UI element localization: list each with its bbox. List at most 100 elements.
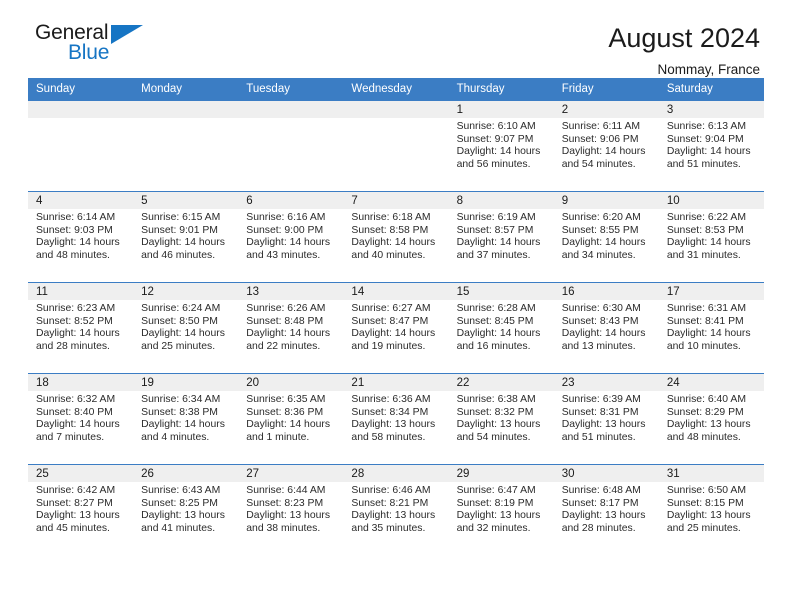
- calendar-day-cell[interactable]: 29 Sunrise: 6:47 AM Sunset: 8:19 PM Dayligh…: [448, 464, 554, 555]
- sunset-text: Sunset: 8:27 PM: [36, 497, 113, 509]
- calendar-day-cell[interactable]: 22 Sunrise: 6:38 AM Sunset: 8:32 PM Dayligh…: [448, 373, 554, 465]
- sunrise-text: Sunrise: 6:13 AM: [666, 121, 746, 132]
- day-number: [28, 101, 134, 118]
- day-cell-inner: 21 Sunrise: 6:36 AM Sunset: 8:34 PM Dayligh…: [343, 374, 449, 464]
- weekday-header-thursday: Thursday: [448, 78, 554, 101]
- day-cell-inner: 10 Sunrise: 6:22 AM Sunset: 8:53 PM Dayligh…: [658, 192, 764, 282]
- daylight-text: Daylight: 14 hours and 54 minutes.: [561, 146, 646, 170]
- calendar-day-cell[interactable]: 8 Sunrise: 6:19 AM Sunset: 8:57 PM Daylight…: [448, 191, 554, 283]
- sunrise-text: Sunrise: 6:47 AM: [456, 485, 536, 496]
- day-cell-inner: 16 Sunrise: 6:30 AM Sunset: 8:43 PM Dayligh…: [553, 283, 659, 373]
- day-number: 16: [553, 283, 659, 300]
- calendar-day-cell[interactable]: 3 Sunrise: 6:13 AM Sunset: 9:04 PM Daylight…: [658, 100, 764, 192]
- sunset-text: Sunset: 9:07 PM: [456, 133, 534, 145]
- daylight-text: Daylight: 14 hours and 16 minutes.: [456, 328, 541, 352]
- calendar-day-cell[interactable]: 23 Sunrise: 6:39 AM Sunset: 8:31 PM Dayligh…: [553, 373, 659, 465]
- day-details: Sunrise: 6:36 AM Sunset: 8:34 PM Daylight:…: [343, 391, 448, 444]
- sunset-text: Sunset: 8:55 PM: [561, 224, 639, 236]
- sunrise-text: Sunrise: 6:39 AM: [561, 394, 641, 405]
- day-cell-inner: [343, 101, 449, 191]
- calendar-day-cell[interactable]: 20 Sunrise: 6:35 AM Sunset: 8:36 PM Dayligh…: [238, 373, 344, 465]
- day-cell-inner: 25 Sunrise: 6:42 AM Sunset: 8:27 PM Dayligh…: [28, 465, 134, 555]
- sunset-text: Sunset: 8:21 PM: [351, 497, 429, 509]
- day-details: Sunrise: 6:11 AM Sunset: 9:06 PM Daylight:…: [554, 118, 659, 171]
- calendar-day-cell[interactable]: 2 Sunrise: 6:11 AM Sunset: 9:06 PM Daylight…: [553, 100, 659, 192]
- calendar-day-cell[interactable]: 6 Sunrise: 6:16 AM Sunset: 9:00 PM Daylight…: [238, 191, 344, 283]
- sunset-text: Sunset: 8:43 PM: [561, 315, 639, 327]
- day-details: Sunrise: 6:48 AM Sunset: 8:17 PM Daylight:…: [554, 482, 659, 535]
- day-cell-inner: 30 Sunrise: 6:48 AM Sunset: 8:17 PM Dayligh…: [553, 465, 659, 555]
- calendar-day-cell[interactable]: 27 Sunrise: 6:44 AM Sunset: 8:23 PM Dayligh…: [238, 464, 344, 555]
- calendar-day-cell[interactable]: 11 Sunrise: 6:23 AM Sunset: 8:52 PM Dayligh…: [28, 282, 134, 374]
- title-block: August 2024 Nommay, France: [608, 22, 764, 80]
- sunrise-text: Sunrise: 6:15 AM: [141, 212, 221, 223]
- day-number: 19: [133, 374, 239, 391]
- sunrise-text: Sunrise: 6:22 AM: [666, 212, 746, 223]
- sunset-text: Sunset: 8:19 PM: [456, 497, 534, 509]
- weekday-label: Saturday: [666, 83, 713, 95]
- calendar-day-cell[interactable]: 4 Sunrise: 6:14 AM Sunset: 9:03 PM Daylight…: [28, 191, 134, 283]
- calendar-day-cell[interactable]: 13 Sunrise: 6:26 AM Sunset: 8:48 PM Dayligh…: [238, 282, 344, 374]
- calendar-day-cell[interactable]: 12 Sunrise: 6:24 AM Sunset: 8:50 PM Dayligh…: [133, 282, 239, 374]
- day-number: 21: [343, 374, 449, 391]
- sunrise-text: Sunrise: 6:16 AM: [246, 212, 326, 223]
- day-details: Sunrise: 6:24 AM Sunset: 8:50 PM Daylight:…: [133, 300, 238, 353]
- calendar-day-cell[interactable]: 5 Sunrise: 6:15 AM Sunset: 9:01 PM Daylight…: [133, 191, 239, 283]
- daylight-text: Daylight: 14 hours and 10 minutes.: [666, 328, 751, 352]
- day-details: Sunrise: 6:19 AM Sunset: 8:57 PM Daylight:…: [449, 209, 554, 262]
- day-cell-inner: 9 Sunrise: 6:20 AM Sunset: 8:55 PM Daylight…: [553, 192, 659, 282]
- calendar-day-cell[interactable]: 7 Sunrise: 6:18 AM Sunset: 8:58 PM Daylight…: [343, 191, 449, 283]
- calendar-week-row: 1 Sunrise: 6:10 AM Sunset: 9:07 PM Daylight…: [28, 100, 764, 192]
- calendar-day-cell[interactable]: 9 Sunrise: 6:20 AM Sunset: 8:55 PM Daylight…: [553, 191, 659, 283]
- calendar-day-cell[interactable]: 10 Sunrise: 6:22 AM Sunset: 8:53 PM Dayligh…: [658, 191, 764, 283]
- calendar-day-cell[interactable]: 25 Sunrise: 6:42 AM Sunset: 8:27 PM Dayligh…: [28, 464, 134, 555]
- day-number: 29: [448, 465, 554, 482]
- day-cell-inner: [238, 101, 344, 191]
- sunset-text: Sunset: 8:45 PM: [456, 315, 534, 327]
- sunrise-text: Sunrise: 6:43 AM: [141, 485, 221, 496]
- day-details: Sunrise: 6:16 AM Sunset: 9:00 PM Daylight:…: [238, 209, 343, 262]
- day-number: 28: [343, 465, 449, 482]
- sunset-text: Sunset: 8:32 PM: [456, 406, 534, 418]
- daylight-text: Daylight: 13 hours and 35 minutes.: [351, 510, 436, 534]
- daylight-text: Daylight: 14 hours and 43 minutes.: [246, 237, 331, 261]
- weekday-label: Friday: [561, 83, 594, 95]
- day-details: Sunrise: 6:23 AM Sunset: 8:52 PM Daylight:…: [28, 300, 133, 353]
- day-cell-inner: 14 Sunrise: 6:27 AM Sunset: 8:47 PM Dayligh…: [343, 283, 449, 373]
- sunset-text: Sunset: 8:29 PM: [666, 406, 744, 418]
- sunrise-text: Sunrise: 6:31 AM: [666, 303, 746, 314]
- calendar-day-cell[interactable]: 31 Sunrise: 6:50 AM Sunset: 8:15 PM Dayligh…: [658, 464, 764, 555]
- calendar-day-cell[interactable]: 26 Sunrise: 6:43 AM Sunset: 8:25 PM Dayligh…: [133, 464, 239, 555]
- day-cell-inner: 17 Sunrise: 6:31 AM Sunset: 8:41 PM Dayligh…: [658, 283, 764, 373]
- calendar-day-cell[interactable]: 17 Sunrise: 6:31 AM Sunset: 8:41 PM Dayligh…: [658, 282, 764, 374]
- sunset-text: Sunset: 8:47 PM: [351, 315, 429, 327]
- day-number: 8: [448, 192, 554, 209]
- day-number: [238, 101, 344, 118]
- day-details: Sunrise: 6:31 AM Sunset: 8:41 PM Daylight:…: [659, 300, 764, 353]
- calendar-day-cell[interactable]: 18 Sunrise: 6:32 AM Sunset: 8:40 PM Dayligh…: [28, 373, 134, 465]
- calendar-day-cell[interactable]: 30 Sunrise: 6:48 AM Sunset: 8:17 PM Dayligh…: [553, 464, 659, 555]
- daylight-text: Daylight: 14 hours and 46 minutes.: [141, 237, 225, 261]
- calendar-day-cell[interactable]: 1 Sunrise: 6:10 AM Sunset: 9:07 PM Daylight…: [448, 100, 554, 192]
- day-details: Sunrise: 6:15 AM Sunset: 9:01 PM Daylight:…: [133, 209, 238, 262]
- day-number: 5: [133, 192, 239, 209]
- calendar-day-cell[interactable]: 15 Sunrise: 6:28 AM Sunset: 8:45 PM Dayligh…: [448, 282, 554, 374]
- calendar-day-cell[interactable]: 16 Sunrise: 6:30 AM Sunset: 8:43 PM Dayligh…: [553, 282, 659, 374]
- calendar-day-cell[interactable]: 14 Sunrise: 6:27 AM Sunset: 8:47 PM Dayligh…: [343, 282, 449, 374]
- sunset-text: Sunset: 8:34 PM: [351, 406, 429, 418]
- day-details: Sunrise: 6:10 AM Sunset: 9:07 PM Daylight:…: [449, 118, 554, 171]
- calendar-day-cell-empty: [28, 100, 134, 192]
- sunset-text: Sunset: 8:58 PM: [351, 224, 429, 236]
- calendar-day-cell[interactable]: 19 Sunrise: 6:34 AM Sunset: 8:38 PM Dayligh…: [133, 373, 239, 465]
- calendar-day-cell[interactable]: 24 Sunrise: 6:40 AM Sunset: 8:29 PM Dayligh…: [658, 373, 764, 465]
- day-number: 15: [448, 283, 554, 300]
- sunset-text: Sunset: 9:01 PM: [141, 224, 218, 236]
- calendar-week-row: 18 Sunrise: 6:32 AM Sunset: 8:40 PM Dayligh…: [28, 373, 764, 465]
- brand-logo[interactable]: General Blue: [35, 22, 155, 70]
- sunset-text: Sunset: 9:06 PM: [561, 133, 639, 145]
- day-cell-inner: 31 Sunrise: 6:50 AM Sunset: 8:15 PM Dayligh…: [658, 465, 764, 555]
- calendar-day-cell[interactable]: 28 Sunrise: 6:46 AM Sunset: 8:21 PM Dayligh…: [343, 464, 449, 555]
- sunrise-text: Sunrise: 6:11 AM: [561, 121, 641, 132]
- calendar-day-cell[interactable]: 21 Sunrise: 6:36 AM Sunset: 8:34 PM Dayligh…: [343, 373, 449, 465]
- day-number: 4: [28, 192, 134, 209]
